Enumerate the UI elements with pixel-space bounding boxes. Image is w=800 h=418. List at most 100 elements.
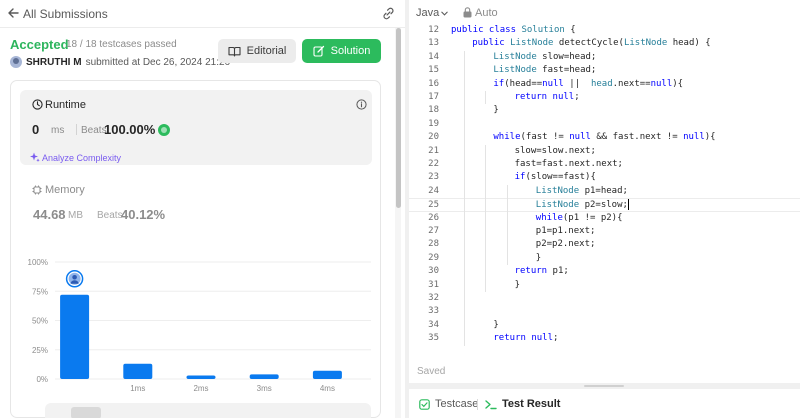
code-line[interactable]: 13 public ListNode detectCycle(ListNode h… — [409, 37, 800, 50]
code-line[interactable]: 12 public class Solution { — [409, 24, 800, 37]
line-number[interactable]: 29 — [409, 252, 439, 265]
code-text[interactable]: p2=p2.next; — [536, 238, 596, 251]
line-number[interactable]: 19 — [409, 118, 439, 131]
code-line[interactable]: 34} — [409, 319, 800, 332]
line-number[interactable]: 12 — [409, 24, 439, 37]
line-number[interactable]: 16 — [409, 78, 439, 91]
line-number[interactable]: 33 — [409, 305, 439, 318]
code-line[interactable]: 28 p2=p2.next; — [409, 238, 800, 251]
line-number[interactable]: 25 — [409, 199, 439, 212]
code-text[interactable]: } — [536, 252, 541, 265]
chart-bar-0ms[interactable] — [60, 294, 90, 379]
user-avatar[interactable] — [10, 56, 22, 68]
code-text[interactable]: while(p1 != p2){ — [536, 212, 623, 225]
your-submission-avatar-icon[interactable] — [65, 270, 84, 288]
code-text[interactable]: return p1; — [515, 265, 569, 278]
code-line[interactable]: 22 fast=fast.next.next; — [409, 158, 800, 171]
chart-bar-4ms[interactable] — [312, 370, 342, 379]
code-line[interactable]: 17 return null; — [409, 91, 800, 104]
memory-label[interactable]: Memory — [45, 184, 85, 196]
code-text[interactable]: ListNode slow=head; — [493, 51, 596, 64]
chart-bar-1ms[interactable] — [123, 363, 153, 379]
line-number[interactable]: 26 — [409, 212, 439, 225]
back-arrow-icon[interactable] — [6, 6, 20, 20]
code-text[interactable]: while(fast != null && fast.next != null)… — [493, 131, 715, 144]
code-text[interactable]: } — [493, 104, 498, 117]
line-number[interactable]: 18 — [409, 104, 439, 117]
chevron-down-icon[interactable] — [440, 9, 449, 18]
code-text[interactable]: } — [493, 319, 498, 332]
code-preview-tab[interactable] — [71, 407, 101, 418]
checkbox-icon — [419, 398, 430, 410]
scrollbar-thumb[interactable] — [396, 28, 401, 208]
chart-bar-2ms[interactable] — [186, 375, 216, 379]
language-select[interactable]: Java — [416, 7, 439, 19]
line-number[interactable]: 35 — [409, 332, 439, 345]
code-line[interactable]: 33 — [409, 305, 800, 318]
code-line[interactable]: 29} — [409, 252, 800, 265]
code-text[interactable]: public class Solution { — [451, 24, 576, 37]
x-tick-label: 1ms — [130, 384, 145, 393]
code-line[interactable]: 15 ListNode fast=head; — [409, 64, 800, 77]
line-number[interactable]: 30 — [409, 265, 439, 278]
code-line[interactable]: 14 ListNode slow=head; — [409, 51, 800, 64]
code-area[interactable]: 12 public class Solution { 13 public ListNo… — [409, 24, 800, 354]
line-number[interactable]: 20 — [409, 131, 439, 144]
code-line[interactable]: 30 return p1; — [409, 265, 800, 278]
line-number[interactable]: 23 — [409, 171, 439, 184]
line-number[interactable]: 31 — [409, 279, 439, 292]
line-number[interactable]: 32 — [409, 292, 439, 305]
code-line[interactable]: 20 while(fast != null && fast.next != nul… — [409, 131, 800, 144]
analyze-complexity-link[interactable]: Analyze Complexity — [42, 153, 121, 163]
code-text[interactable]: ListNode p2=slow; — [536, 199, 629, 212]
code-line[interactable]: 32 — [409, 292, 800, 305]
code-text[interactable]: } — [515, 279, 520, 292]
x-tick-label: 3ms — [257, 384, 272, 393]
code-text[interactable]: slow=slow.next; — [515, 145, 596, 158]
line-number[interactable]: 21 — [409, 145, 439, 158]
line-number[interactable]: 15 — [409, 64, 439, 77]
code-text[interactable]: return null; — [493, 332, 558, 345]
all-submissions-link[interactable]: All Submissions — [23, 7, 108, 21]
code-text[interactable]: p1=p1.next; — [536, 225, 596, 238]
resize-handle[interactable] — [584, 385, 624, 387]
y-tick-label: 0% — [36, 375, 48, 384]
code-line[interactable]: 18} — [409, 104, 800, 117]
line-number[interactable]: 34 — [409, 319, 439, 332]
code-line[interactable]: 19 — [409, 118, 800, 131]
tab-testcase[interactable]: Testcase — [419, 398, 478, 410]
runtime-section[interactable]: Runtime 0 ms Beats 100.00% Analyze Compl… — [20, 90, 372, 165]
code-line[interactable]: 26 while(p1 != p2){ — [409, 212, 800, 225]
code-text[interactable]: return null; — [515, 91, 580, 104]
code-line[interactable]: 27 p1=p1.next; — [409, 225, 800, 238]
line-number[interactable]: 17 — [409, 91, 439, 104]
solution-button[interactable]: Solution — [302, 39, 381, 63]
user-name[interactable]: SHRUTHI M — [26, 57, 82, 68]
code-text[interactable]: if(slow==fast){ — [515, 171, 596, 184]
tab-test-result[interactable]: Test Result — [485, 398, 560, 410]
line-number[interactable]: 14 — [409, 51, 439, 64]
code-line[interactable]: 21 slow=slow.next; — [409, 145, 800, 158]
code-line[interactable]: 25 ListNode p2=slow; — [409, 198, 800, 212]
chart-bar-3ms[interactable] — [249, 374, 279, 379]
code-text[interactable]: ListNode p1=head; — [536, 185, 628, 198]
code-line[interactable]: 16 if(head==null || head.next==null){ — [409, 78, 800, 91]
share-link-icon[interactable] — [381, 6, 396, 21]
line-number[interactable]: 28 — [409, 238, 439, 251]
line-number[interactable]: 13 — [409, 37, 439, 50]
code-text[interactable]: fast=fast.next.next; — [515, 158, 623, 171]
code-line[interactable]: 23 if(slow==fast){ — [409, 171, 800, 184]
line-number[interactable]: 27 — [409, 225, 439, 238]
editorial-button[interactable]: Editorial — [218, 39, 296, 63]
code-text[interactable]: public ListNode detectCycle(ListNode hea… — [472, 37, 710, 50]
line-number[interactable]: 22 — [409, 158, 439, 171]
code-text[interactable]: ListNode fast=head; — [493, 64, 596, 77]
runtime-distribution-chart[interactable]: 100% 75% 50% 25% 0% 1ms 2ms 3ms 4ms — [11, 246, 382, 396]
info-icon[interactable] — [356, 99, 367, 110]
line-number[interactable]: 24 — [409, 185, 439, 198]
code-text[interactable]: if(head==null || head.next==null){ — [493, 78, 683, 91]
code-line[interactable]: 35 return null; — [409, 332, 800, 345]
code-line[interactable]: 31} — [409, 279, 800, 292]
code-line[interactable]: 24 ListNode p1=head; — [409, 185, 800, 198]
auto-mode-toggle[interactable]: Auto — [475, 7, 498, 19]
